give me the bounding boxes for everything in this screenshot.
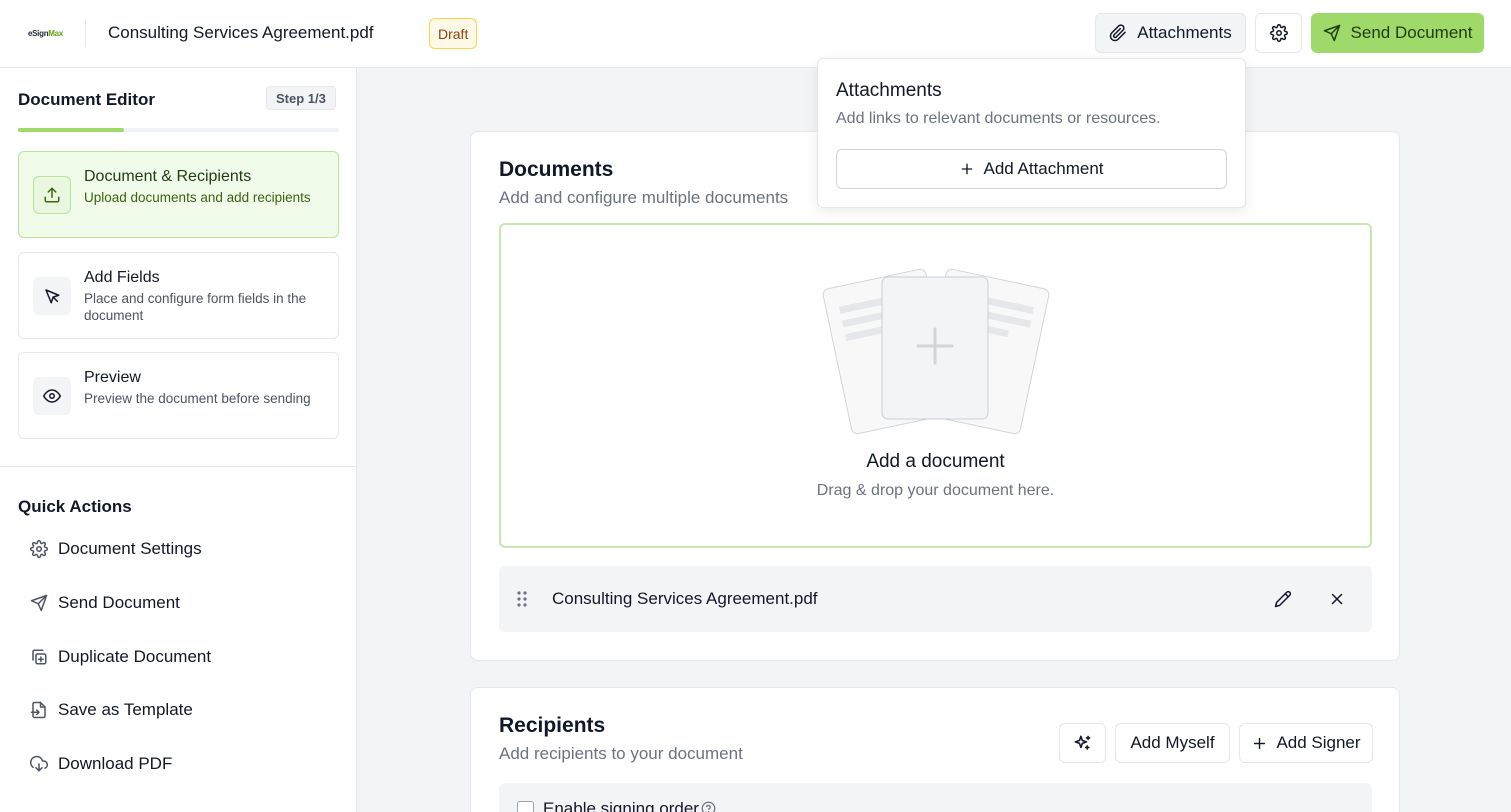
top-bar: eSignMax Consulting Services Agreement.p…: [0, 0, 1511, 68]
recipients-card: Recipients Add recipients to your docume…: [470, 687, 1400, 812]
eye-icon: [33, 377, 71, 415]
quick-action-document-settings[interactable]: Document Settings: [30, 534, 202, 564]
dropzone-subtitle: Drag & drop your document here.: [816, 482, 1055, 499]
sidebar: Document Editor Step 1/3 Document & Reci…: [0, 68, 357, 812]
documents-illustration: [822, 268, 1050, 435]
quick-action-save-template[interactable]: Save as Template: [30, 695, 193, 725]
plus-icon: [962, 163, 973, 175]
logo-text: eSignMax: [28, 28, 63, 38]
progress-fill: [18, 128, 124, 132]
gear-icon: [30, 540, 48, 558]
settings-button[interactable]: [1255, 13, 1302, 53]
plus-icon: [1254, 737, 1266, 749]
document-file-row[interactable]: Consulting Services Agreement.pdf: [499, 566, 1372, 632]
signing-order-bar: Enable signing order: [499, 783, 1372, 812]
send-icon: [1323, 24, 1340, 42]
sidebar-divider: [0, 466, 357, 467]
step-add-fields[interactable]: Add Fields Place and configure form fiel…: [18, 252, 339, 339]
help-icon[interactable]: [701, 801, 716, 812]
duplicate-icon: [32, 649, 47, 665]
quick-action-label: Duplicate Document: [58, 647, 212, 666]
template-icon: [30, 701, 46, 719]
sparkles-icon: [1074, 735, 1091, 750]
step-description: Upload documents and add recipients: [84, 190, 311, 205]
quick-action-label: Document Settings: [58, 539, 202, 558]
sidebar-title: Document Editor: [18, 90, 155, 109]
paperclip-icon: [1109, 24, 1127, 42]
document-dropzone[interactable]: Add a document Drag & drop your document…: [499, 223, 1372, 548]
dropzone-title: Add a document: [866, 451, 1005, 472]
step-description: Place and configure form fields in the d…: [84, 291, 307, 323]
quick-action-duplicate-document[interactable]: Duplicate Document: [30, 642, 211, 672]
documents-subtitle: Add and configure multiple documents: [499, 188, 789, 207]
recipients-title: Recipients: [499, 714, 606, 737]
cursor-icon: [33, 277, 71, 315]
add-attachment-button[interactable]: Add Attachment: [836, 149, 1227, 189]
drag-handle-icon[interactable]: [516, 590, 528, 608]
app-logo[interactable]: eSignMax: [28, 24, 64, 42]
document-title[interactable]: Consulting Services Agreement.pdf: [108, 23, 374, 43]
download-icon: [30, 755, 48, 772]
step-name: Document & Recipients: [84, 168, 252, 185]
send-icon: [30, 594, 48, 612]
quick-action-label: Download PDF: [58, 754, 173, 773]
ai-assist-button[interactable]: [1059, 723, 1106, 763]
quick-actions-title: Quick Actions: [18, 497, 132, 516]
add-signer-label: Add Signer: [1276, 733, 1361, 752]
step-description: Preview the document before sending: [84, 391, 311, 406]
add-signer-button[interactable]: Add Signer: [1239, 723, 1373, 763]
add-myself-button[interactable]: Add Myself: [1115, 723, 1230, 763]
add-myself-label: Add Myself: [1130, 733, 1215, 752]
documents-title: Documents: [499, 158, 614, 181]
attachments-label: Attachments: [1137, 23, 1232, 42]
header-divider: [85, 19, 86, 47]
popover-subtitle: Add links to relevant documents or resou…: [836, 110, 1161, 127]
quick-action-send-document[interactable]: Send Document: [30, 588, 180, 618]
recipients-subtitle: Add recipients to your document: [499, 744, 743, 763]
quick-action-label: Send Document: [58, 593, 180, 612]
step-badge: Step 1/3: [266, 86, 336, 110]
attachments-popover: Attachments Add links to relevant docume…: [817, 58, 1246, 208]
gear-icon: [1269, 24, 1288, 42]
step-preview[interactable]: Preview Preview the document before send…: [18, 352, 339, 439]
document-file-name: Consulting Services Agreement.pdf: [552, 589, 818, 608]
progress-bar: [18, 128, 339, 132]
pencil-icon[interactable]: [1274, 590, 1292, 608]
quick-action-label: Save as Template: [58, 700, 193, 719]
send-document-label: Send Document: [1350, 23, 1473, 42]
status-badge: Draft: [429, 18, 478, 49]
step-name: Add Fields: [84, 269, 160, 286]
attachments-button[interactable]: Attachments: [1095, 13, 1246, 53]
upload-icon: [33, 176, 71, 214]
close-icon[interactable]: [1328, 590, 1346, 608]
send-document-button[interactable]: Send Document: [1311, 13, 1484, 53]
step-name: Preview: [84, 369, 141, 386]
step-document-recipients[interactable]: Document & Recipients Upload documents a…: [18, 151, 339, 238]
popover-title: Attachments: [836, 80, 942, 101]
quick-action-download-pdf[interactable]: Download PDF: [30, 749, 172, 779]
signing-order-checkbox[interactable]: [517, 801, 534, 812]
signing-order-label: Enable signing order: [543, 799, 699, 812]
documents-card: Documents Add and configure multiple doc…: [470, 131, 1400, 661]
add-attachment-label: Add Attachment: [983, 159, 1104, 178]
